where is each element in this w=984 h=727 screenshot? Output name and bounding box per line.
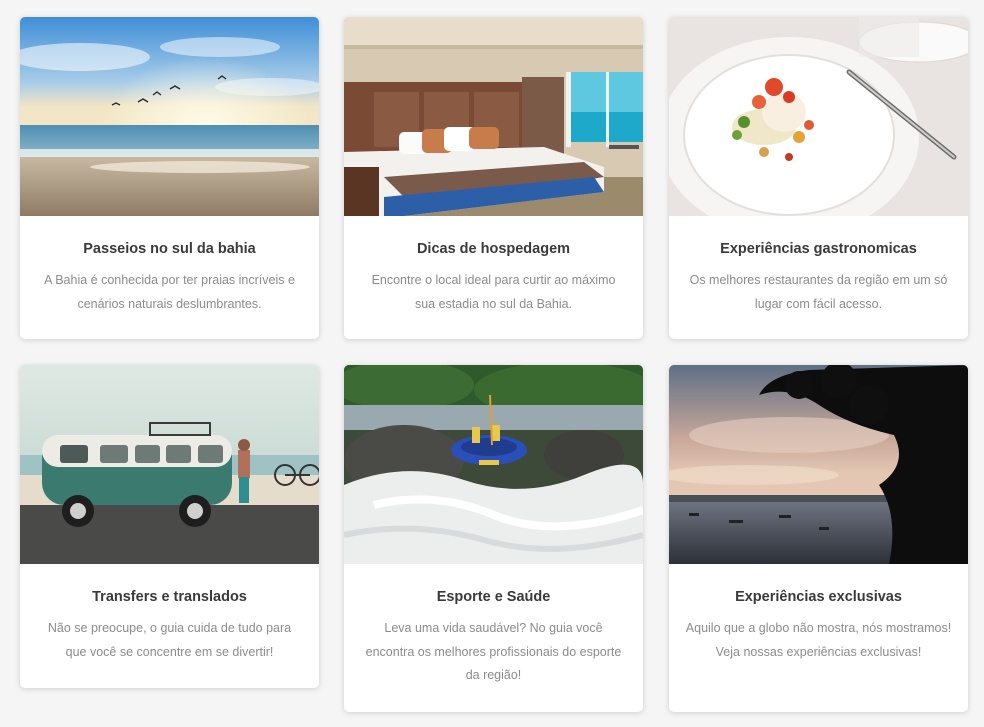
card-description: Os melhores restaurantes da região em um… xyxy=(689,273,948,311)
card-description: Encontre o local ideal para curtir ao má… xyxy=(371,273,616,311)
card-lodging-tips[interactable]: Dicas de hospedagem Encontre o local ide… xyxy=(344,17,643,339)
card-title: Dicas de hospedagem xyxy=(416,241,571,257)
card-sports-health[interactable]: Esporte e Saúde Leva uma vida saudável? … xyxy=(344,365,643,712)
card-exclusive-experiences[interactable]: Experiências exclusivas Aquilo que a glo… xyxy=(669,365,968,712)
card-title: Esporte e Saúde xyxy=(436,589,551,605)
services-grid: Passeios no sul da bahia A Bahia é conhe… xyxy=(0,0,984,727)
card-title: Transfers e translados xyxy=(92,589,247,605)
card-transfers[interactable]: Transfers e translados Não se preocupe, … xyxy=(20,365,319,688)
rafting-photo[interactable] xyxy=(344,365,643,564)
card-beach-tours[interactable]: Passeios no sul da bahia A Bahia é conhe… xyxy=(20,17,319,339)
card-title: Experiências gastronomicas xyxy=(720,241,917,257)
card-description: A Bahia é conhecida por ter praias incrí… xyxy=(44,273,295,311)
sunset-bay-photo[interactable] xyxy=(669,365,968,564)
card-description: Leva uma vida saudável? No guia você enc… xyxy=(365,621,622,682)
card-title: Experiências exclusivas xyxy=(735,589,902,605)
card-gastronomy[interactable]: Experiências gastronomicas Os melhores r… xyxy=(669,17,968,339)
card-title: Passeios no sul da bahia xyxy=(83,241,256,257)
card-description: Aquilo que a globo não mostra, nós mostr… xyxy=(685,621,952,659)
beach-sunrise-photo[interactable] xyxy=(20,17,319,216)
vintage-van-photo[interactable] xyxy=(20,365,319,564)
card-description: Não se preocupe, o guia cuida de tudo pa… xyxy=(47,621,292,659)
gourmet-dish-photo[interactable] xyxy=(669,17,968,216)
hotel-room-photo[interactable] xyxy=(344,17,643,216)
